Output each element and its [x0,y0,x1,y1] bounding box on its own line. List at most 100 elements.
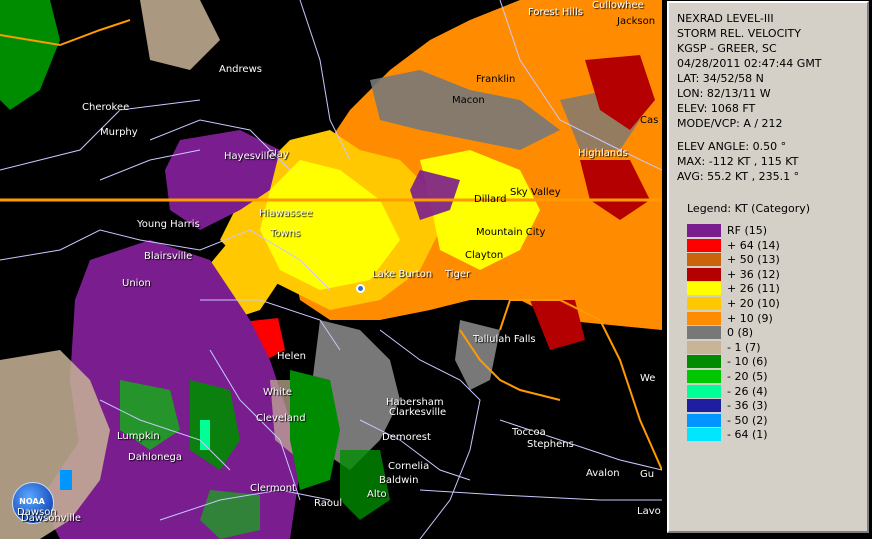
legend-label: + 10 (9) [727,311,773,325]
legend-row: + 26 (11) [687,282,857,296]
map-label-murphy: Murphy [100,127,138,138]
noaa-logo-text: NOAA [19,497,45,506]
legend-swatch [687,297,721,310]
legend-swatch [687,413,721,427]
map-label-white: White [263,387,293,398]
legend-row: + 10 (9) [687,311,857,326]
map-label-toccoa: Toccoa [512,427,546,438]
echo-region [0,0,60,110]
legend-row: 0 (8) [687,326,857,340]
legend-row: - 20 (5) [687,370,857,384]
legend-title: Legend: KT (Category) [687,202,811,215]
legend-swatch [687,428,721,442]
product-type: STORM REL. VELOCITY [677,27,801,40]
legend-row: + 36 (12) [687,267,857,282]
map-label-helen: Helen [277,351,306,362]
legend-row: + 50 (13) [687,253,857,267]
legend-label: + 50 (13) [727,253,780,267]
station-longitude: LON: 82/13/11 W [677,87,771,100]
map-label-gu: Gu [640,469,655,480]
map-label-alto: Alto [367,489,387,500]
legend-label: + 64 (14) [727,238,780,252]
legend-swatch [687,399,721,413]
station-latitude: LAT: 34/52/58 N [677,72,764,85]
map-label-forest-hills: Forest Hills [528,7,583,18]
map-label-avalon: Avalon [586,468,620,479]
legend-row: - 10 (6) [687,355,857,369]
legend-swatch [687,370,721,383]
map-label-clarkesville: Clarkesville [389,407,447,418]
map-label-baldwin: Baldwin [379,475,419,486]
legend-label: - 50 (2) [727,413,768,427]
radar-station-marker [356,284,365,293]
legend-row: - 1 (7) [687,340,857,355]
legend-swatch [687,282,721,296]
legend-row: - 64 (1) [687,428,857,442]
map-label-clayton: Clayton [465,250,504,261]
map-label-cherokee: Cherokee [82,102,130,113]
map-label-towns: Towns [270,228,301,239]
legend-swatch [687,253,721,267]
map-label-hiawassee: Hiawassee [259,208,313,219]
map-label-dahlonega: Dahlonega [128,452,183,463]
mode-vcp: MODE/VCP: A / 212 [677,117,783,130]
map-label-tiger: Tiger [445,269,471,280]
legend-label: - 20 (5) [727,370,768,383]
map-label-lumpkin: Lumpkin [117,431,160,442]
station-name: KGSP - GREER, SC [677,42,777,55]
map-label-andrews: Andrews [219,64,262,75]
map-label-lake-burton: Lake Burton [372,269,433,280]
max-velocity: MAX: -112 KT , 115 KT [677,155,799,168]
map-label-dawsonville: Dawsonville [21,513,82,524]
legend-swatch [687,340,721,354]
map-label-cas: Cas [640,115,659,126]
product-name: NEXRAD LEVEL-III [677,12,774,25]
station-elevation: ELEV: 1068 FT [677,102,756,115]
legend-swatch [687,267,721,281]
map-label-mountain-city: Mountain City [476,227,546,238]
legend-row: - 50 (2) [687,413,857,428]
legend-row: + 64 (14) [687,238,857,253]
legend-label: RF (15) [727,224,768,237]
legend-label: + 36 (12) [727,267,780,281]
map-label-clermont: Clermont [250,483,296,494]
map-label-we: We [640,373,656,384]
legend-label: - 26 (4) [727,384,768,398]
elevation-angle: ELEV ANGLE: 0.50 ° [677,140,787,153]
radar-map[interactable]: NOAA Forest Hills Cullowhee Jackson Andrews… [0,0,662,539]
legend-swatch [687,238,721,252]
legend-label: - 10 (6) [727,355,768,369]
map-label-sky-valley: Sky Valley [510,187,561,198]
map-label-young-harris: Young Harris [137,219,200,230]
map-label-dillard: Dillard [474,194,507,205]
map-label-demorest: Demorest [382,432,431,443]
legend-label: - 64 (1) [727,428,768,442]
scan-datetime: 04/28/2011 02:47:44 GMT [677,57,822,70]
map-label-lavo: Lavo [637,506,661,517]
map-label-raoul: Raoul [314,498,343,509]
map-label-cornelia: Cornelia [388,461,430,472]
legend-swatch [687,384,721,398]
legend-swatch [687,311,721,325]
legend-label: + 26 (11) [727,282,780,296]
map-label-stephens: Stephens [527,439,574,450]
boundary-line [419,489,662,501]
echo-region [60,470,72,490]
legend-swatch [687,355,721,369]
legend-row: RF (15) [687,224,857,238]
map-label-cleveland: Cleveland [256,413,306,424]
legend-row: - 36 (3) [687,399,857,413]
legend-row: + 20 (10) [687,297,857,311]
legend-swatch [687,326,721,340]
info-panel: NEXRAD LEVEL-III STORM REL. VELOCITY KGS… [667,1,869,533]
echo-region [140,0,220,70]
map-label-cullowhee: Cullowhee [592,0,644,11]
legend-swatch [687,224,721,237]
legend-row: - 26 (4) [687,384,857,399]
map-label-hayesville: Hayesville [224,151,276,162]
map-label-union: Union [122,278,151,289]
map-label-tallulah-falls: Tallulah Falls [473,334,536,345]
map-label-blairsville: Blairsville [144,251,193,262]
legend-label: + 20 (10) [727,297,780,310]
map-label-highlands: Highlands [578,148,628,159]
